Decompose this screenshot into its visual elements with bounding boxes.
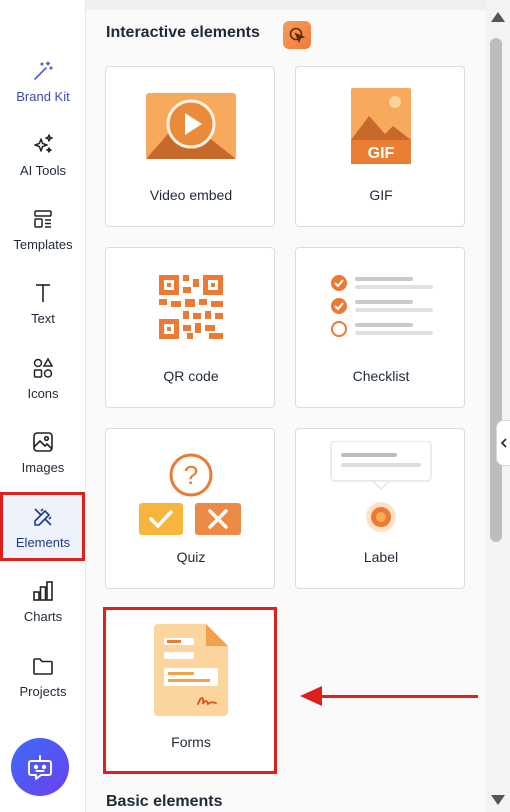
sidebar-item-ai-tools[interactable]: AI Tools xyxy=(0,122,86,188)
card-label: Forms xyxy=(171,734,211,750)
sidebar-item-images[interactable]: Images xyxy=(0,419,86,485)
label-icon xyxy=(330,441,432,532)
scroll-up-arrow-icon[interactable] xyxy=(491,12,505,22)
card-gif[interactable]: GIF GIF xyxy=(295,66,465,227)
scrollbar-thumb[interactable] xyxy=(490,38,502,542)
left-sidebar: Brand Kit AI Tools Templates Text Icons … xyxy=(0,0,86,812)
shapes-icon xyxy=(33,356,54,378)
sidebar-item-templates[interactable]: Templates xyxy=(0,196,86,262)
sidebar-item-label: Templates xyxy=(13,236,73,252)
sidebar-item-label: Images xyxy=(21,459,65,475)
question-mark-glyph: ? xyxy=(184,460,198,490)
panel-scrollbar[interactable] xyxy=(486,0,510,812)
sidebar-item-brand-kit[interactable]: Brand Kit xyxy=(0,48,86,114)
section-title-interactive: Interactive elements xyxy=(106,24,260,41)
elements-icon xyxy=(34,507,52,526)
card-label: Video embed xyxy=(149,187,233,203)
card-label: QR code xyxy=(163,368,219,384)
gif-icon: GIF xyxy=(351,88,411,164)
sidebar-item-label: Icons xyxy=(27,385,59,401)
annotation-arrow-head-icon xyxy=(300,686,322,706)
sidebar-item-label: Text xyxy=(31,310,55,326)
form-document-icon xyxy=(154,624,228,716)
text-icon xyxy=(36,283,50,302)
elements-panel: Interactive elements Video embed GIF GIF… xyxy=(86,0,486,812)
sidebar-item-label: Charts xyxy=(23,608,63,624)
sidebar-item-label: Elements xyxy=(15,534,71,550)
gif-badge-text: GIF xyxy=(368,145,395,162)
checklist-icon xyxy=(331,275,433,337)
video-play-icon xyxy=(146,93,236,159)
card-label: Label xyxy=(363,549,399,565)
section-title-basic: Basic elements xyxy=(106,793,223,810)
sidebar-item-charts[interactable]: Charts xyxy=(0,568,86,634)
robot-chat-icon xyxy=(28,755,52,780)
sidebar-item-icons[interactable]: Icons xyxy=(0,345,86,411)
magic-wand-icon xyxy=(34,60,53,80)
qr-code-icon xyxy=(159,275,223,339)
sidebar-item-label: AI Tools xyxy=(19,162,66,178)
sidebar-item-text[interactable]: Text xyxy=(0,270,86,336)
collapse-panel-button[interactable] xyxy=(496,420,510,466)
card-quiz[interactable]: ? Quiz xyxy=(105,428,275,589)
annotation-arrow-line xyxy=(320,695,478,698)
sidebar-item-label: Brand Kit xyxy=(16,88,70,104)
card-label-element[interactable]: Label xyxy=(295,428,465,589)
sidebar-item-projects[interactable]: Projects xyxy=(0,643,86,709)
card-forms[interactable]: Forms xyxy=(105,609,275,772)
card-label: Quiz xyxy=(176,549,206,565)
card-video-embed[interactable]: Video embed xyxy=(105,66,275,227)
templates-icon xyxy=(34,209,52,228)
panel-top-edge xyxy=(86,0,486,10)
cursor-click-icon xyxy=(283,21,311,49)
folder-icon xyxy=(33,657,53,675)
ai-assistant-button[interactable] xyxy=(11,738,69,796)
card-label: GIF xyxy=(369,187,393,203)
card-label: Checklist xyxy=(352,368,410,384)
sidebar-item-label: Projects xyxy=(19,683,67,699)
chevron-left-icon xyxy=(500,438,507,448)
sidebar-item-elements[interactable]: Elements xyxy=(0,494,86,560)
quiz-icon: ? xyxy=(139,453,241,535)
image-icon xyxy=(33,431,53,452)
scroll-down-arrow-icon[interactable] xyxy=(491,795,505,805)
sparkles-icon xyxy=(34,133,53,153)
card-qr-code[interactable]: QR code xyxy=(105,247,275,408)
card-checklist[interactable]: Checklist xyxy=(295,247,465,408)
bar-chart-icon xyxy=(33,580,53,601)
